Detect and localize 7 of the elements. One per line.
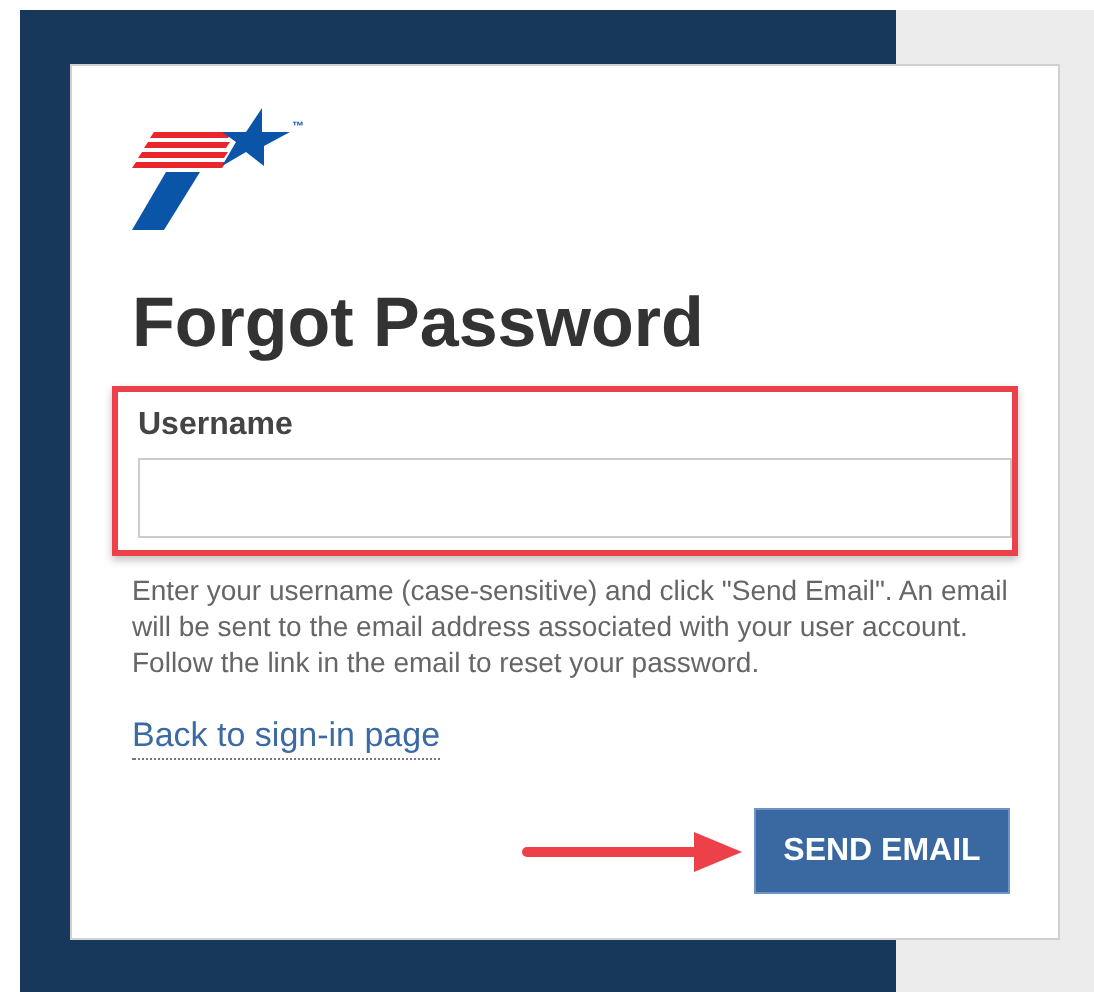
page-title: Forgot Password <box>132 284 706 364</box>
send-email-button[interactable]: SEND EMAIL <box>754 808 1010 894</box>
back-link[interactable]: Back to sign-in page <box>132 716 441 760</box>
help-text: Enter your username (case-sensitive) and click "Send Email". An email will be sent to the email address associated with your user account. Follow the link in the email to reset your password. <box>132 572 1010 680</box>
username-label: Username <box>138 408 295 444</box>
username-input[interactable] <box>138 458 1012 538</box>
logo-icon <box>132 108 292 232</box>
